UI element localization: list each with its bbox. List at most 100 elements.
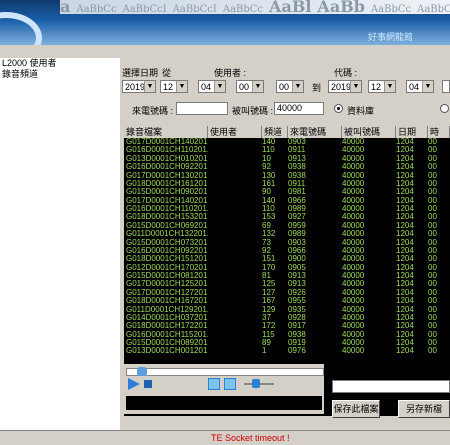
table-row[interactable]: G014D0001CH037201... 37 0928 40000 1204 00 <box>124 314 450 322</box>
database-radio[interactable] <box>334 104 343 113</box>
table-cell: 00 <box>428 288 437 297</box>
table-row[interactable]: G015D0001CH081201... 81 0913 40000 1204 00 <box>124 272 450 280</box>
progress-knob[interactable] <box>137 367 147 376</box>
to-hour-select[interactable] <box>442 80 450 93</box>
table-row[interactable]: G017D0001CH140201... 140 0966 40000 1204 00 <box>124 197 450 205</box>
table-cell: 1204 <box>396 163 414 172</box>
table-cell: G017D0001CH140201... <box>126 196 208 205</box>
rewind-icon[interactable] <box>208 378 220 390</box>
from-day-select[interactable]: 04 ▼ <box>198 80 226 93</box>
table-row[interactable]: G016D0001CH092201... 92 0966 40000 1204 00 <box>124 247 450 255</box>
table-cell: G011D0001CH132201... <box>126 230 208 239</box>
from-hour-select[interactable]: 00 ▼ <box>236 80 264 93</box>
media-player <box>124 364 324 414</box>
table-row[interactable]: G017D0001CH125201... 125 0913 40000 1204 00 <box>124 280 450 288</box>
table-row[interactable]: G015D0001CH073201... 73 0903 40000 1204 00 <box>124 239 450 247</box>
col-caller[interactable]: 來電號碼 <box>288 126 342 138</box>
table-cell: 0917 <box>288 322 306 331</box>
caller-input[interactable] <box>176 102 228 115</box>
table-cell: 00 <box>428 339 437 347</box>
table-row[interactable]: G011D0001CH129201... 129 0935 40000 1204 00 <box>124 306 450 314</box>
table-row[interactable]: G016D0001CH110201... 110 0911 40000 1204 00 <box>124 146 450 154</box>
table-cell: 90 <box>262 188 271 197</box>
table-cell: 0935 <box>288 305 306 314</box>
table-cell: 0927 <box>288 213 306 222</box>
table-row[interactable]: G011D0001CH132201... 132 0989 40000 1204 00 <box>124 230 450 238</box>
table-cell: 1204 <box>396 297 414 306</box>
table-cell: 1204 <box>396 347 414 356</box>
table-cell: G015D0001CH081201... <box>126 272 208 280</box>
table-cell: 92 <box>262 246 271 255</box>
table-cell: 89 <box>262 339 271 347</box>
save-file-button[interactable]: 保存此檔案 <box>332 400 380 418</box>
font-sample: a <box>60 0 71 16</box>
table-row[interactable]: G013D0001CH001201... 1 0976 40000 1204 00 <box>124 347 450 355</box>
table-row[interactable]: G016D0001CH115201... 115 0938 40000 1204 00 <box>124 331 450 339</box>
table-cell: 0989 <box>288 230 306 239</box>
col-callee[interactable]: 被叫號碼 <box>342 126 396 138</box>
col-time[interactable]: 時 <box>428 126 450 138</box>
table-cell: G017D0001CH130201... <box>126 171 208 180</box>
table-cell: 1204 <box>396 179 414 188</box>
stop-icon[interactable] <box>144 380 152 388</box>
table-cell: 40000 <box>342 339 365 347</box>
to-day-select[interactable]: 04 ▼ <box>406 80 434 93</box>
table-cell: G015D0001CH073201... <box>126 238 208 247</box>
tree-item-channels[interactable]: 錄音頻道 <box>0 69 120 80</box>
table-cell: 40000 <box>342 330 365 339</box>
from-minute-select[interactable]: 00 ▼ <box>276 80 304 93</box>
table-row[interactable]: G015D0001CH090201... 90 0981 40000 1204 00 <box>124 188 450 196</box>
volume-knob[interactable] <box>252 379 260 388</box>
table-cell: G012D0001CH170201... <box>126 263 208 272</box>
col-channel[interactable]: 頻道 <box>262 126 288 138</box>
table-cell: 00 <box>428 322 437 331</box>
play-icon[interactable] <box>128 378 140 390</box>
table-cell: G016D0001CH110201... <box>126 205 208 213</box>
to-month-select[interactable]: 12 ▼ <box>368 80 396 93</box>
table-row[interactable]: G018D0001CH151201... 151 0900 40000 1204 00 <box>124 255 450 263</box>
table-row[interactable]: G015D0001CH069201... 69 0959 40000 1204 00 <box>124 222 450 230</box>
table-cell: 1204 <box>396 330 414 339</box>
table-row[interactable]: G018D0001CH161201... 161 0911 40000 1204 00 <box>124 180 450 188</box>
to-year-select[interactable]: 2019 ▼ <box>328 80 362 93</box>
from-month-select[interactable]: 12 ▼ <box>160 80 188 93</box>
table-row[interactable]: G018D0001CH172201... 172 0917 40000 1204 00 <box>124 322 450 330</box>
table-row[interactable]: G015D0001CH089201... 89 0919 40000 1204 00 <box>124 339 450 347</box>
table-cell: 1204 <box>396 146 414 155</box>
second-radio[interactable] <box>440 104 449 113</box>
table-cell: 0966 <box>288 246 306 255</box>
table-cell: 00 <box>428 138 437 146</box>
table-cell: 00 <box>428 313 437 322</box>
table-cell: 110 <box>262 146 275 155</box>
table-row[interactable]: G017D0001CH127201... 127 0926 40000 1204 00 <box>124 289 450 297</box>
save-as-button[interactable]: 另存新檔 <box>398 400 450 418</box>
col-date[interactable]: 日期 <box>396 126 428 138</box>
col-file[interactable]: 錄音檔案 <box>124 126 208 138</box>
table-cell: G013D0001CH001201... <box>126 347 208 356</box>
table-row[interactable]: G016D0001CH110201... 110 0989 40000 1204 00 <box>124 205 450 213</box>
table-cell: 1204 <box>396 255 414 264</box>
table-cell: 40000 <box>342 230 365 239</box>
table-cell: 0913 <box>288 280 306 289</box>
col-user[interactable]: 使用者 <box>208 126 262 138</box>
callee-input[interactable]: 40000 <box>274 102 324 115</box>
table-cell: G015D0001CH090201... <box>126 188 208 197</box>
table-cell: 0966 <box>288 196 306 205</box>
table-row[interactable]: G018D0001CH167201... 167 0955 40000 1204 00 <box>124 297 450 305</box>
table-row[interactable]: G013D0001CH010201... 10 0913 40000 1204 00 <box>124 155 450 163</box>
table-row[interactable]: G012D0001CH170201... 170 0905 40000 1204 00 <box>124 264 450 272</box>
from-year-select[interactable]: 2019 ▼ <box>122 80 156 93</box>
table-cell: 00 <box>428 246 437 255</box>
left-tree-panel: L2000 使用者 錄音頻道 <box>0 58 121 430</box>
table-row[interactable]: G018D0001CH153201... 153 0927 40000 1204 00 <box>124 213 450 221</box>
table-row[interactable]: G017D0001CH130201... 130 0938 40000 1204 00 <box>124 172 450 180</box>
font-sample: AaBbCc <box>417 4 450 15</box>
table-cell: 0926 <box>288 288 306 297</box>
caller-label: 來電號碼 : <box>132 106 174 116</box>
table-cell: 00 <box>428 263 437 272</box>
table-row[interactable]: G017D0001CH140201... 140 0903 40000 1204 00 <box>124 138 450 146</box>
tree-item-users[interactable]: L2000 使用者 <box>0 58 120 69</box>
playback-progress[interactable] <box>126 367 324 376</box>
forward-icon[interactable] <box>224 378 236 390</box>
table-row[interactable]: G016D0001CH092201... 92 0938 40000 1204 00 <box>124 163 450 171</box>
